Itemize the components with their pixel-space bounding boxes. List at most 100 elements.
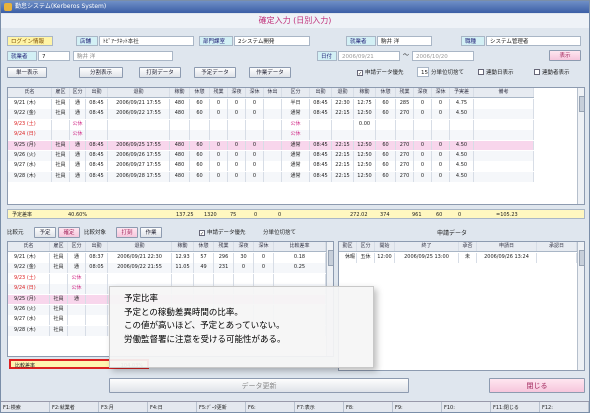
table-row[interactable]: 9/25 (月) 社員通 08:45 2006/09/25 17:55 480 60 0 0 0… [8,140,534,151]
table-cell: 08:05 [86,263,108,274]
table-row[interactable]: 9/23 (土) 公休 [8,273,326,284]
table-cell: 12.93 [172,253,194,263]
update-data-button[interactable]: データ更新 [109,378,409,393]
table-cell: 9/21 (木) [8,99,52,109]
table-cell: 480 [170,99,190,109]
table-cell: 0 [246,171,264,182]
table-cell: 4.50 [450,151,474,161]
function-key[interactable]: F9: [393,402,442,412]
table-cell [264,151,282,161]
summary-value: 40.60% [68,212,88,218]
minute-unit-input[interactable]: 15 [417,67,429,77]
date-from-input[interactable]: 2006/09/21 [338,51,400,61]
summary-value: 0 [254,212,258,218]
function-key[interactable]: F8: [344,402,393,412]
table-cell [86,284,108,295]
column-header: 稼動 [354,88,376,97]
table-cell: 60 [376,99,396,109]
table-cell: 0 [414,140,432,151]
column-header: 休出 [264,88,282,97]
vertical-scrollbar[interactable] [577,88,584,204]
table-cell [310,119,332,130]
table-cell: 60 [376,161,396,172]
punch-data-button[interactable]: 打刻データ [139,67,181,78]
table-cell: 4.50 [450,171,474,182]
table-cell [310,130,332,141]
checkbox-checked-icon [199,230,205,236]
table-cell [86,325,108,336]
function-key[interactable]: F11:閉じる [491,402,540,412]
table-cell [246,130,264,141]
table-cell [264,140,282,151]
column-header: 備考 [474,88,534,97]
function-key[interactable]: F6: [246,402,295,412]
function-key[interactable]: F5:ﾃﾞｰﾀ更新 [197,402,246,412]
employee-code-input[interactable]: 7 [38,51,70,61]
table-cell: 270 [396,140,414,151]
column-header: 承認日 [537,242,577,251]
table-cell: 社員 [50,263,68,274]
table-cell: 285 [396,99,414,109]
table-row[interactable]: 9/26 (火) 社員通 08:45 2006/09/26 17:55 480 60 0 0 0… [8,151,534,161]
table-row[interactable]: 9/23 (土) 公休 公休 0.00 [8,119,534,130]
table-cell: 480 [170,161,190,172]
table-cell: 0 [254,263,274,274]
table-cell: 9/24 (日) [8,130,52,141]
split-display-button[interactable]: 分割表示 [79,67,123,78]
table-row[interactable]: 9/21 (木) 社員通 08:45 2006/09/21 17:55 480 60 0 0 0… [8,99,534,109]
column-header: 稼動 [172,242,194,251]
function-key[interactable]: F10: [442,402,491,412]
cancel-display-checkbox[interactable]: 連動者表示 [534,68,570,78]
function-key[interactable]: F1:検索 [1,402,50,412]
column-header: 区分 [282,88,310,97]
table-cell [170,130,190,141]
table-cell: 231 [214,263,234,274]
display-button[interactable]: 表示 [549,50,581,61]
table-cell: 0 [228,140,246,151]
table-cell: 社員 [50,315,68,326]
function-key[interactable]: F4:日 [148,402,197,412]
function-key[interactable]: F7:表示 [295,402,344,412]
table-row[interactable]: 9/28 (木) 社員通 08:45 2006/09/28 17:55 480 60 0 0 0… [8,171,534,182]
lower-apply-priority-checkbox[interactable]: 申請データ優先 [199,228,246,238]
function-key[interactable]: F12: [540,402,589,412]
vertical-scrollbar[interactable] [577,242,584,370]
table-cell [264,130,282,141]
table-cell [450,130,474,141]
single-display-button[interactable]: 単一表示 [7,67,47,78]
apply-priority-checkbox[interactable]: 申請データ優先 [357,68,404,78]
table-cell: 08:45 [86,140,108,151]
table-cell: 60 [190,151,210,161]
table-cell: 08:45 [310,99,332,109]
table-cell: 12:50 [354,109,376,120]
column-header: 雇区 [52,88,70,97]
table-row[interactable]: 9/22 (金) 社員通 08:45 2006/09/22 17:55 480 60 0 0 0… [8,109,534,120]
employee-name-input[interactable]: 駒井 洋 [73,51,173,61]
link-display-checkbox[interactable]: 連動日表示 [478,68,514,78]
summary-value: 1320 [204,212,217,218]
plan-data-button[interactable]: 予定データ [194,67,236,78]
table-cell: 0 [228,151,246,161]
work-data-button[interactable]: 作業データ [249,67,291,78]
column-header: 氏名 [8,242,50,251]
compare-work-button[interactable]: 作業 [140,227,162,238]
table-cell: 9/28 (木) [8,325,50,336]
table-row[interactable]: 9/22 (金) 社員通 08:05 2006/09/22 21:55 11.05 49 2… [8,263,326,274]
table-cell: 通常 [282,140,310,151]
table-row[interactable]: 9/24 (日) 公休 公休 [8,130,534,141]
compare-plan-button[interactable]: 予定 [34,227,56,238]
table-row[interactable]: 9/21 (木) 社員通 08:37 2006/09/21 22:30 12.93 57 2… [8,253,326,263]
table-row[interactable]: 9/27 (水) 社員通 08:45 2006/09/27 17:55 480 60 0 0 0… [8,161,534,172]
table-cell [474,130,534,141]
date-to-input[interactable]: 2006/10/20 [412,51,474,61]
table-row[interactable]: 休暇 五休 12:00 2006/09/25 13:00 未 2006/09/26 13:… [339,253,577,263]
apply-data-title: 申請データ [437,230,468,237]
close-button[interactable]: 閉じる [489,378,585,393]
table-cell [264,161,282,172]
compare-confirm-button[interactable]: 確定 [58,227,80,238]
compare-punch-button[interactable]: 打刻 [116,227,138,238]
function-key[interactable]: F3:月 [99,402,148,412]
table-cell [210,130,228,141]
function-key[interactable]: F2:就業者 [50,402,99,412]
table-cell: 4.50 [450,140,474,151]
